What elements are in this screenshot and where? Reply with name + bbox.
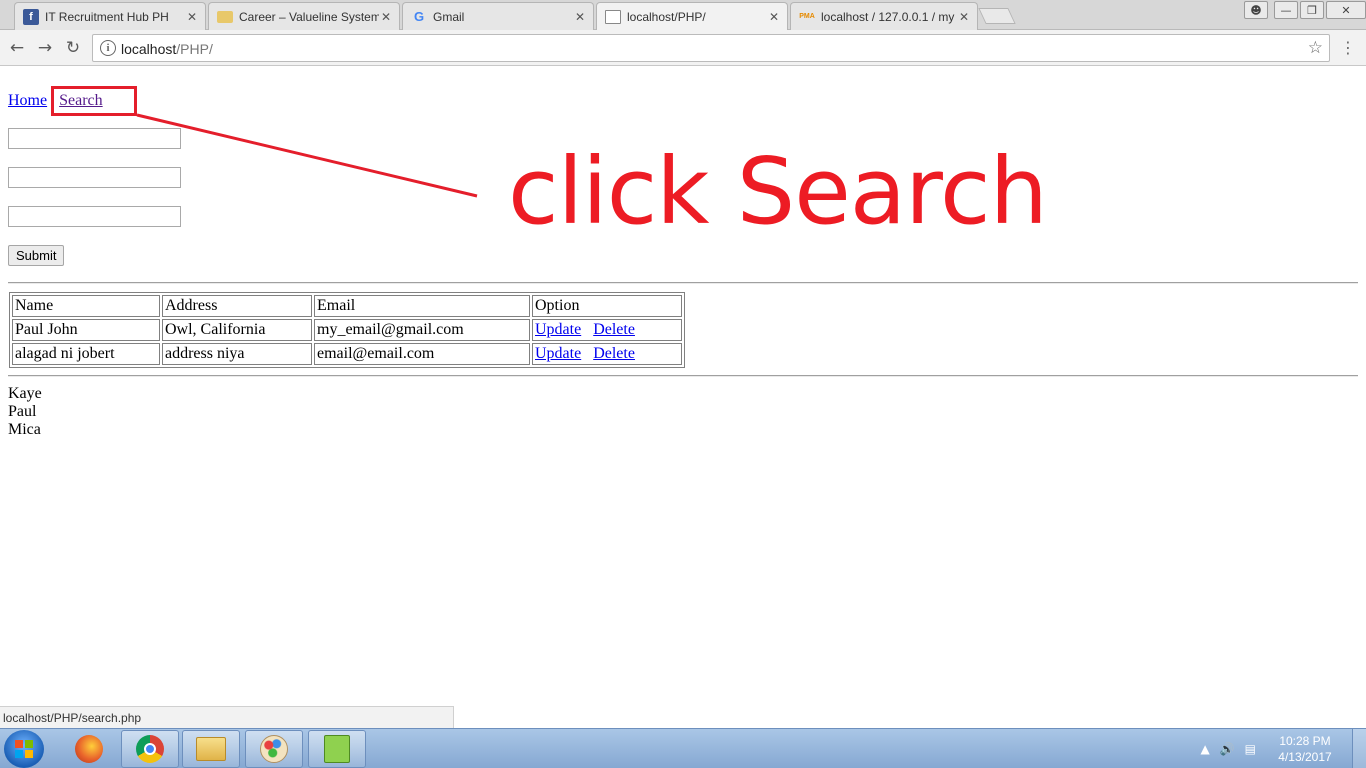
restore-button[interactable]: ❐ (1300, 1, 1324, 19)
header-address: Address (162, 295, 312, 317)
minimize-button[interactable]: — (1274, 1, 1298, 19)
tab-title: IT Recruitment Hub PH (45, 9, 169, 24)
taskbar: ▲ 🔊 ▤ 10:28 PM 4/13/2017 (0, 728, 1366, 768)
facebook-icon: f (23, 8, 39, 25)
delete-link[interactable]: Delete (593, 345, 635, 362)
chrome-icon (136, 735, 164, 763)
taskbar-clock[interactable]: 10:28 PM 4/13/2017 (1266, 733, 1344, 765)
name-list: Kaye Paul Mica (8, 385, 42, 439)
list-item: Kaye (8, 385, 42, 402)
cell-name: alagad ni jobert (12, 343, 160, 365)
forward-icon[interactable]: → (34, 37, 56, 59)
table-header-row: Name Address Email Option (12, 295, 682, 317)
clock-time: 10:28 PM (1279, 734, 1331, 748)
folder-icon (217, 10, 233, 23)
cell-address: Owl, California (162, 319, 312, 341)
header-option: Option (532, 295, 682, 317)
cell-option: Update Delete (532, 343, 682, 365)
header-email: Email (314, 295, 530, 317)
google-icon: G (413, 9, 425, 24)
submit-button[interactable]: Submit (8, 245, 65, 266)
taskbar-paint[interactable] (245, 730, 303, 768)
reload-icon[interactable]: ↻ (62, 37, 84, 59)
annotation-text: click Search (508, 138, 1048, 245)
paint-icon (260, 735, 288, 763)
close-icon[interactable]: ✕ (767, 10, 781, 24)
cell-email: email@email.com (314, 343, 530, 365)
tab-gmail[interactable]: G Gmail ✕ (402, 2, 594, 30)
status-url-bubble: localhost/PHP/search.php (0, 706, 454, 728)
tab-localhost-php[interactable]: localhost/PHP/ ✕ (596, 2, 788, 31)
close-icon[interactable]: ✕ (379, 10, 393, 24)
show-desktop-button[interactable] (1352, 729, 1366, 768)
new-tab-button[interactable] (978, 8, 1016, 24)
start-button[interactable] (4, 730, 44, 768)
taskbar-notepad-plus-plus[interactable] (308, 730, 366, 768)
tray-expand-icon[interactable]: ▲ (1200, 742, 1209, 756)
address-url: localhost/PHP/ (121, 41, 213, 57)
annotation-highlight-box (51, 86, 137, 116)
delete-link[interactable]: Delete (593, 321, 635, 338)
form-input-2[interactable] (8, 167, 181, 188)
menu-icon[interactable]: ⋮ (1340, 38, 1356, 57)
update-link[interactable]: Update (535, 321, 581, 338)
notepad-plus-plus-icon (324, 735, 350, 763)
header-name: Name (12, 295, 160, 317)
form-input-1[interactable] (8, 128, 181, 149)
records-table: Name Address Email Option Paul John Owl,… (9, 292, 685, 368)
file-explorer-icon (196, 737, 226, 761)
list-item: Mica (8, 421, 41, 438)
taskbar-firefox[interactable] (60, 730, 118, 768)
taskbar-chrome[interactable] (121, 730, 179, 768)
document-icon (605, 10, 621, 24)
form-input-3[interactable] (8, 206, 181, 227)
update-link[interactable]: Update (535, 345, 581, 362)
close-window-button[interactable]: ✕ (1326, 1, 1366, 19)
back-icon[interactable]: ← (6, 37, 28, 59)
divider (8, 375, 1358, 377)
volume-icon[interactable]: 🔊 (1220, 742, 1235, 756)
divider (8, 282, 1358, 284)
tab-title: localhost / 127.0.0.1 / my (821, 9, 955, 24)
tab-it-recruitment[interactable]: f IT Recruitment Hub PH ✕ (14, 2, 206, 30)
cell-email: my_email@gmail.com (314, 319, 530, 341)
tab-title: Gmail (433, 9, 465, 24)
close-icon[interactable]: ✕ (573, 10, 587, 24)
cell-option: Update Delete (532, 319, 682, 341)
profile-icon[interactable]: ☻ (1244, 1, 1268, 19)
table-row: Paul John Owl, California my_email@gmail… (12, 319, 682, 341)
table-row: alagad ni jobert address niya email@emai… (12, 343, 682, 365)
cell-name: Paul John (12, 319, 160, 341)
phpmyadmin-icon: PMA (799, 13, 815, 20)
browser-toolbar: ← → ↻ i localhost/PHP/ ☆ ⋮ (0, 30, 1366, 66)
system-tray: ▲ 🔊 ▤ 10:28 PM 4/13/2017 (1200, 729, 1366, 768)
close-icon[interactable]: ✕ (957, 10, 971, 24)
home-link[interactable]: Home (8, 92, 47, 109)
close-icon[interactable]: ✕ (185, 10, 199, 24)
tab-career-valueline[interactable]: Career – Valueline Systems ✕ (208, 2, 400, 30)
tab-title: Career – Valueline Systems (239, 9, 379, 24)
browser-tab-strip: f IT Recruitment Hub PH ✕ Career – Value… (0, 0, 1366, 31)
info-icon[interactable]: i (100, 40, 116, 56)
bookmark-star-icon[interactable]: ☆ (1308, 38, 1323, 58)
firefox-icon (75, 735, 103, 763)
window-controls: ☻ — ❐ ✕ (1242, 0, 1366, 20)
network-icon[interactable]: ▤ (1245, 742, 1256, 756)
tab-title: localhost/PHP/ (627, 10, 706, 24)
address-bar[interactable]: i localhost/PHP/ ☆ (92, 34, 1330, 62)
windows-logo-icon (15, 740, 33, 758)
list-item: Paul (8, 403, 37, 420)
cell-address: address niya (162, 343, 312, 365)
clock-date: 4/13/2017 (1278, 750, 1332, 764)
taskbar-file-explorer[interactable] (182, 730, 240, 768)
tab-phpmyadmin[interactable]: PMA localhost / 127.0.0.1 / my ✕ (790, 2, 978, 30)
